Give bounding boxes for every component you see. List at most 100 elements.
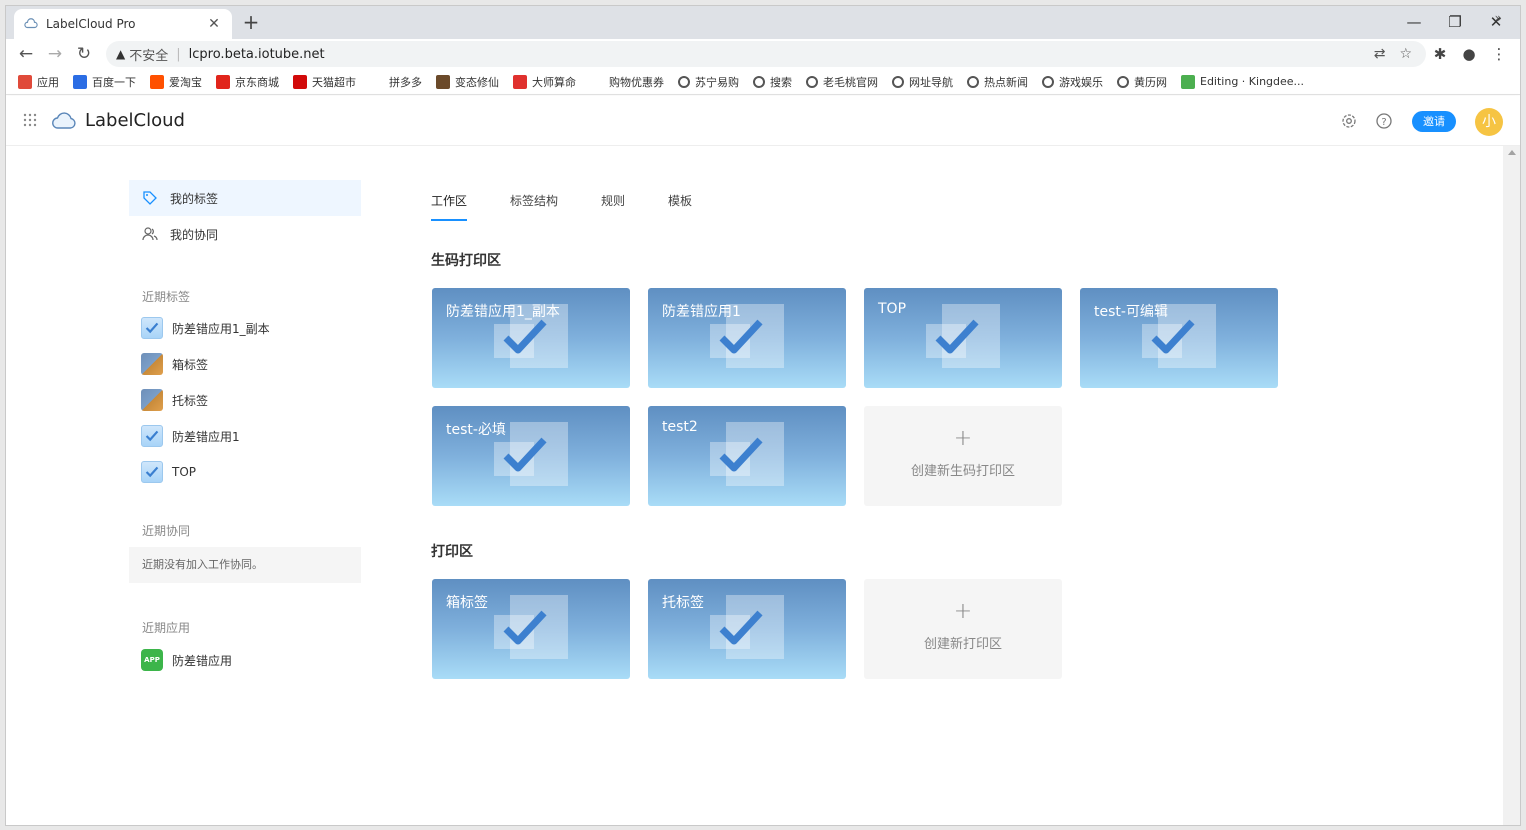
jd-icon xyxy=(216,74,230,89)
settings-icon[interactable] xyxy=(1340,112,1358,130)
bookmark-item[interactable]: 拼多多 xyxy=(370,74,422,90)
bookmark-item[interactable]: 老毛桃官网 xyxy=(806,74,878,90)
bookmark-item[interactable]: 大师算命 xyxy=(513,74,576,90)
bookmarks-more-button[interactable]: » xyxy=(1495,11,1502,25)
area-card[interactable]: 托标签 xyxy=(648,579,846,679)
extensions-icon[interactable]: ✱ xyxy=(1429,42,1451,66)
bookmark-label: 网址导航 xyxy=(909,75,953,89)
tab-workspace[interactable]: 工作区 xyxy=(431,192,468,221)
edit-icon xyxy=(1181,74,1195,89)
tag-icon xyxy=(143,191,157,205)
bookmark-label: 变态修仙 xyxy=(455,75,499,89)
section-title-print: 打印区 xyxy=(431,544,473,560)
area-card[interactable]: 防差错应用1_副本 xyxy=(432,288,630,388)
paw-icon xyxy=(73,74,87,89)
app-badge-icon: APP xyxy=(141,649,163,671)
page-tabs: 工作区 标签结构 规则 模板 xyxy=(431,192,735,221)
bookmark-item[interactable]: 变态修仙 xyxy=(436,74,499,90)
profile-icon[interactable]: ● xyxy=(1458,42,1480,66)
card-title: test-可编辑 xyxy=(1094,304,1168,320)
apps-grid-icon[interactable] xyxy=(23,113,37,127)
bookmark-item[interactable]: 黄历网 xyxy=(1117,74,1167,90)
bookmark-label: 拼多多 xyxy=(389,75,422,89)
create-code-print-area-button[interactable]: + 创建新生码打印区 xyxy=(864,406,1062,506)
bookmark-item[interactable]: 百度一下 xyxy=(73,74,136,90)
tab-templates[interactable]: 模板 xyxy=(668,192,692,221)
help-icon[interactable]: ? xyxy=(1375,112,1393,130)
recent-label-item[interactable]: 箱标签 xyxy=(141,353,208,375)
bookmark-item[interactable]: 游戏娱乐 xyxy=(1042,74,1103,90)
minimize-button[interactable]: — xyxy=(1394,8,1434,36)
brand-name: LabelCloud xyxy=(85,110,185,131)
translate-icon[interactable]: ⇄ xyxy=(1374,46,1386,62)
sidebar-item-my-collab[interactable]: 我的协同 xyxy=(129,216,361,252)
url-text: lcpro.beta.iotube.net xyxy=(188,46,325,62)
area-card[interactable]: test2 xyxy=(648,406,846,506)
svg-text:?: ? xyxy=(1381,117,1386,128)
area-card[interactable]: test-可编辑 xyxy=(1080,288,1278,388)
bookmark-label: 百度一下 xyxy=(92,75,136,89)
tab-close-icon[interactable]: ✕ xyxy=(206,16,222,32)
bookmark-item[interactable]: 热点新闻 xyxy=(967,74,1028,90)
area-card[interactable]: 箱标签 xyxy=(432,579,630,679)
scroll-up-arrow-icon[interactable] xyxy=(1508,150,1516,155)
recent-app-label: 防差错应用 xyxy=(172,653,233,668)
recent-label-name: 防差错应用1_副本 xyxy=(172,321,270,336)
area-card[interactable]: 防差错应用1 xyxy=(648,288,846,388)
tab-rules[interactable]: 规则 xyxy=(601,192,625,221)
restore-button[interactable]: ❐ xyxy=(1435,8,1475,36)
recent-label-item[interactable]: 托标签 xyxy=(141,389,208,411)
invite-button[interactable]: 邀请 xyxy=(1412,111,1456,132)
bookmark-item[interactable]: 搜索 xyxy=(753,74,792,90)
recent-label-item[interactable]: TOP xyxy=(141,461,196,483)
bookmark-item[interactable]: 网址导航 xyxy=(892,74,953,90)
tmall-icon xyxy=(293,74,307,89)
globe-icon xyxy=(1042,75,1054,88)
new-tab-button[interactable]: + xyxy=(240,12,262,34)
bookmark-item[interactable]: 京东商城 xyxy=(216,74,279,90)
recent-app-item[interactable]: APP 防差错应用 xyxy=(141,649,232,671)
bookmark-item[interactable]: 购物优惠券 xyxy=(590,74,664,90)
avatar[interactable]: 小 xyxy=(1475,108,1503,136)
create-label: 创建新打印区 xyxy=(923,637,1002,652)
card-title: test2 xyxy=(662,419,698,435)
menu-icon[interactable]: ⋮ xyxy=(1488,42,1510,66)
sidebar-item-my-labels[interactable]: 我的标签 xyxy=(129,180,361,216)
section-title-code-print: 生码打印区 xyxy=(431,253,501,269)
bookmark-label: 搜索 xyxy=(770,75,792,89)
bookmark-item[interactable]: 苏宁易购 xyxy=(678,74,739,90)
card-title: 防差错应用1 xyxy=(662,304,741,320)
back-icon[interactable]: ← xyxy=(14,42,38,66)
recent-label-name: 托标签 xyxy=(172,393,209,408)
game-icon xyxy=(436,74,450,89)
bookmark-item[interactable]: 应用 xyxy=(18,74,59,90)
card-title: test-必填 xyxy=(446,422,506,438)
browser-window: LabelCloud Pro ✕ + — ❐ ✕ ← → ↻ ▲ 不安全 | l… xyxy=(5,5,1521,826)
recent-labels-heading: 近期标签 xyxy=(142,290,191,304)
recent-label-item[interactable]: 防差错应用1 xyxy=(141,425,240,447)
tab-title: LabelCloud Pro xyxy=(46,17,136,31)
forward-icon[interactable]: → xyxy=(43,42,67,66)
vertical-scrollbar[interactable] xyxy=(1503,146,1520,825)
area-card[interactable]: test-必填 xyxy=(432,406,630,506)
bookmark-item[interactable]: 爱淘宝 xyxy=(150,74,202,90)
bookmark-label: 爱淘宝 xyxy=(169,75,202,89)
tab-label-structure[interactable]: 标签结构 xyxy=(510,192,558,221)
card-title: 箱标签 xyxy=(446,595,488,611)
browser-tab[interactable]: LabelCloud Pro ✕ xyxy=(14,9,232,39)
address-bar[interactable]: ▲ 不安全 | lcpro.beta.iotube.net ⇄ ☆ xyxy=(106,41,1426,67)
globe-icon xyxy=(806,75,818,88)
create-print-area-button[interactable]: + 创建新打印区 xyxy=(864,579,1062,679)
reload-icon[interactable]: ↻ xyxy=(72,42,96,66)
bookmark-item[interactable]: 天猫超市 xyxy=(293,74,356,90)
sidebar-item-label: 我的协同 xyxy=(170,227,219,242)
bookmark-label: 苏宁易购 xyxy=(695,75,739,89)
globe-icon xyxy=(678,75,690,88)
globe-icon xyxy=(1117,75,1129,88)
bookmark-star-icon[interactable]: ☆ xyxy=(1399,46,1412,62)
bookmark-item[interactable]: Editing · Kingdee... xyxy=(1181,74,1304,89)
recent-label-item[interactable]: 防差错应用1_副本 xyxy=(141,317,270,339)
globe-icon xyxy=(753,75,765,88)
area-card[interactable]: TOP xyxy=(864,288,1062,388)
checkmark-doc-icon xyxy=(494,595,568,659)
